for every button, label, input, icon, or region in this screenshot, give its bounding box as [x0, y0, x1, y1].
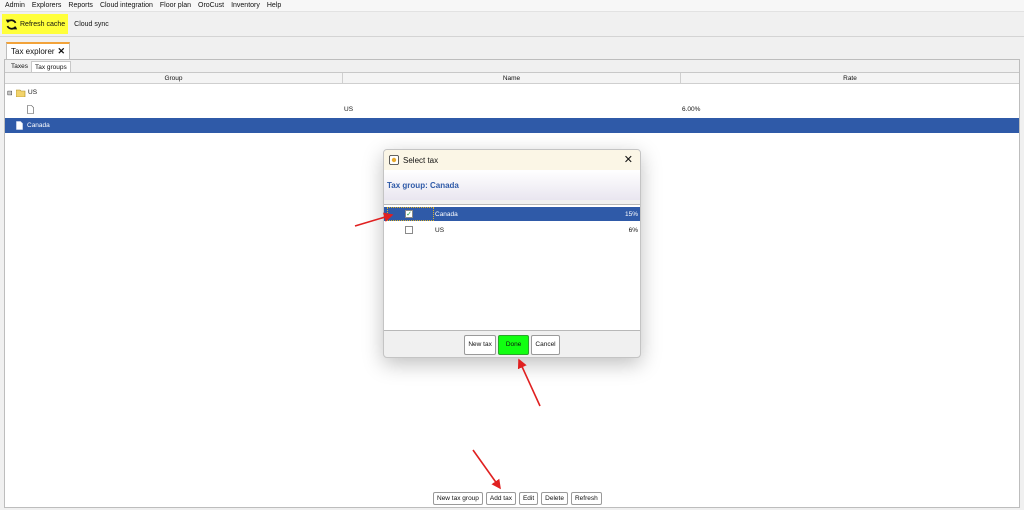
edit-button[interactable]: Edit	[518, 492, 539, 505]
menu-orocust[interactable]: OroCust	[198, 2, 224, 9]
refresh-cache-label: Refresh cache	[20, 20, 66, 28]
rate-cell: 6.00%	[682, 106, 701, 113]
menu-bar: Admin Explorers Reports Cloud integratio…	[0, 0, 1024, 12]
menu-floor-plan[interactable]: Floor plan	[160, 2, 191, 9]
add-tax-button[interactable]: Add tax	[485, 492, 516, 505]
tab-taxes[interactable]: Taxes	[8, 61, 31, 72]
refresh-cache-button[interactable]: Refresh cache	[2, 14, 69, 34]
menu-admin[interactable]: Admin	[5, 2, 25, 9]
refresh-icon	[5, 18, 18, 30]
dialog-title-bar: Select tax ✕	[384, 150, 640, 170]
tab-tax-groups[interactable]: Tax groups	[30, 61, 71, 72]
column-header-rate[interactable]: Rate	[681, 73, 1019, 84]
select-tax-dialog: Select tax ✕ Tax group: Canada ✓ Canada …	[383, 149, 641, 358]
new-tax-group-button[interactable]: New tax group	[433, 492, 483, 505]
dialog-close-icon[interactable]: ✕	[624, 153, 633, 166]
cancel-button[interactable]: Cancel	[531, 334, 560, 355]
document-icon	[16, 118, 23, 133]
column-header-group[interactable]: Group	[5, 73, 343, 84]
table-row-selected[interactable]: Canada	[5, 118, 1019, 133]
tax-list: ✓ Canada 15% US 6%	[384, 204, 640, 331]
menu-explorers[interactable]: Explorers	[32, 2, 62, 9]
dialog-footer: New tax Done Cancel	[384, 332, 640, 357]
list-item-selected[interactable]: ✓ Canada 15%	[384, 207, 640, 221]
group-cell: US	[28, 89, 38, 96]
group-cell: Canada	[27, 122, 50, 129]
menu-reports[interactable]: Reports	[68, 2, 93, 9]
tax-name: US	[435, 226, 445, 234]
toolbar: Refresh cache Cloud sync	[0, 12, 1024, 37]
tax-checkbox-us[interactable]	[405, 226, 413, 234]
done-button[interactable]: Done	[497, 334, 530, 355]
new-tax-button[interactable]: New tax	[464, 334, 496, 355]
tax-name: Canada	[435, 210, 458, 218]
collapse-icon[interactable]: ⊟	[7, 86, 12, 99]
tax-rate: 6%	[628, 226, 638, 234]
tab-tax-explorer-label: Tax explorer	[11, 47, 55, 56]
dialog-header: Tax group: Canada	[384, 170, 640, 200]
document-icon	[27, 103, 34, 116]
grid-header: Group Name Rate	[5, 73, 1019, 84]
tab-tax-explorer[interactable]: Tax explorer ✕	[6, 42, 70, 59]
app-icon	[389, 155, 399, 165]
cloud-sync-label: Cloud sync	[74, 20, 109, 28]
table-row[interactable]: ⊟ US	[5, 86, 1019, 99]
sub-tab-strip: Taxes Tax groups	[5, 60, 1019, 73]
cloud-sync-button[interactable]: Cloud sync	[71, 14, 112, 34]
folder-open-icon	[16, 86, 26, 99]
tax-checkbox-canada[interactable]: ✓	[405, 210, 413, 218]
grid-action-buttons: New tax group Add tax Edit Delete Refres…	[433, 492, 605, 505]
menu-cloud-integration[interactable]: Cloud integration	[100, 2, 153, 9]
tax-rate: 15%	[624, 210, 638, 218]
table-row[interactable]: US 6.00%	[5, 103, 1019, 116]
column-header-name[interactable]: Name	[343, 73, 681, 84]
dialog-title: Select tax	[403, 155, 439, 165]
menu-help[interactable]: Help	[267, 2, 281, 9]
list-item[interactable]: US 6%	[384, 223, 640, 237]
name-cell: US	[344, 106, 354, 113]
refresh-button[interactable]: Refresh	[570, 492, 602, 505]
close-tab-icon[interactable]: ✕	[57, 46, 65, 57]
delete-button[interactable]: Delete	[541, 492, 568, 505]
menu-inventory[interactable]: Inventory	[231, 2, 260, 9]
document-tab-strip: Tax explorer ✕	[0, 37, 1024, 59]
